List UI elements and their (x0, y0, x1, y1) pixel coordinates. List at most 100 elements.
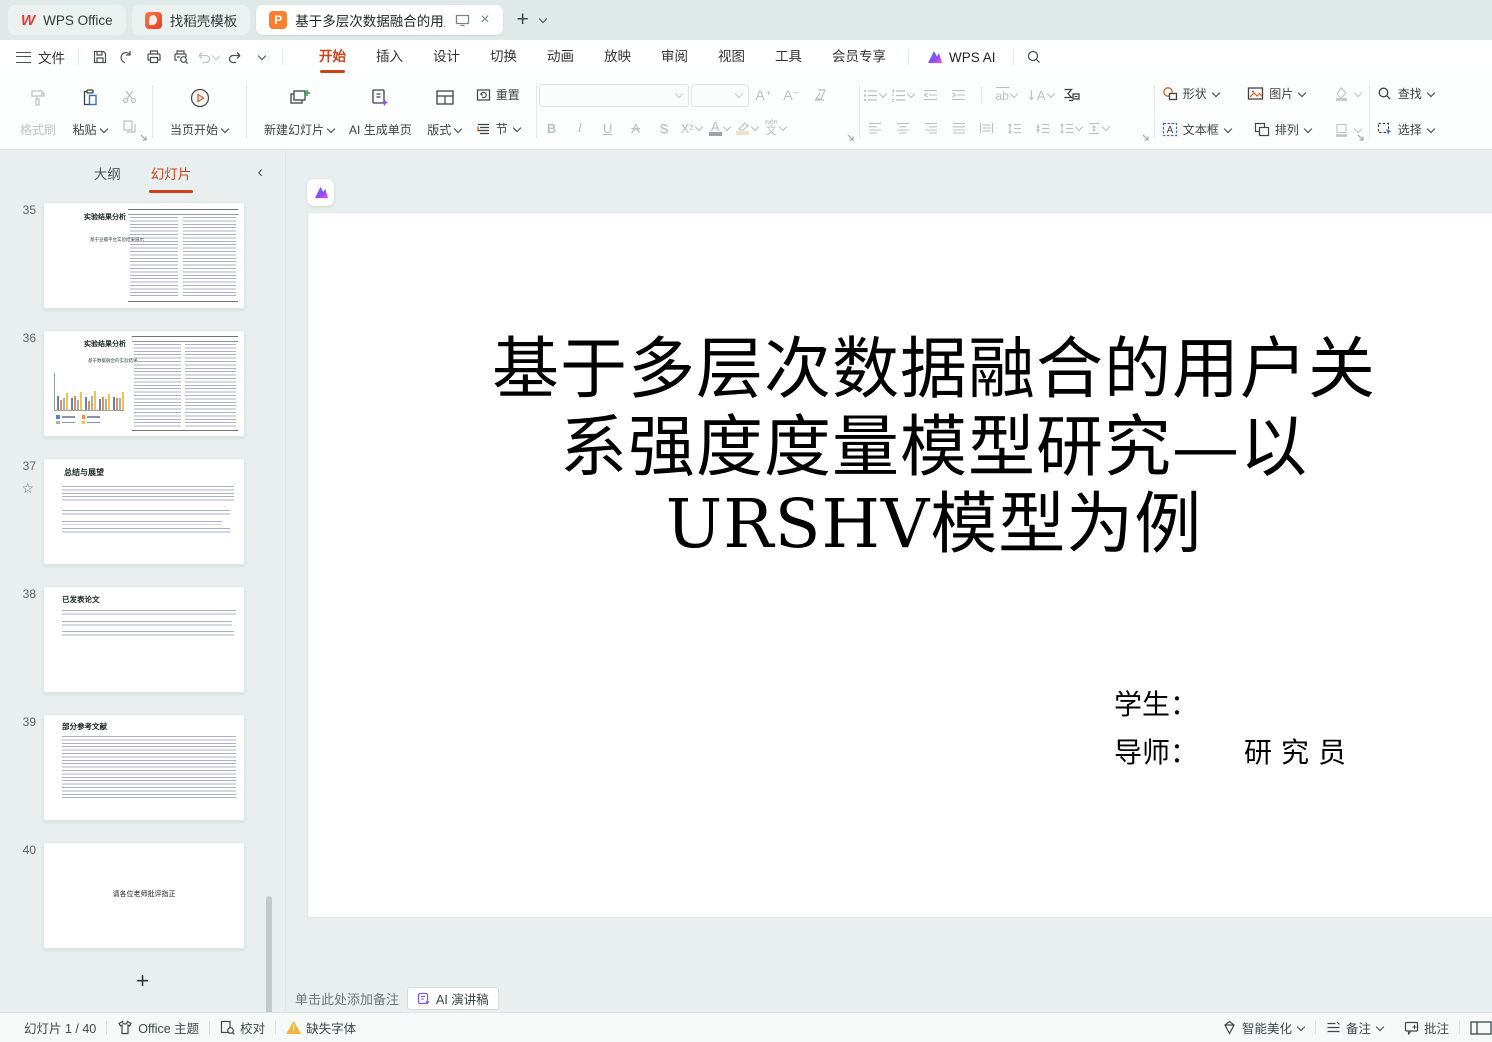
export-icon[interactable] (113, 44, 140, 70)
tab-docer-templates[interactable]: 找稻壳模板 (132, 5, 251, 35)
shapes-button[interactable]: 形状 (1157, 83, 1225, 104)
select-button[interactable]: 选择 (1372, 119, 1440, 140)
smart-beautify-button[interactable]: 智能美化 (1212, 1018, 1315, 1037)
decrease-para-spacing-icon[interactable] (1030, 116, 1056, 140)
menu-animation[interactable]: 动画 (532, 40, 589, 74)
font-name-select[interactable] (539, 84, 689, 107)
slide-thumbnail-37[interactable]: 37☆ 总结与展望 (0, 458, 285, 565)
collapse-panel-icon[interactable]: ‹ (257, 162, 263, 182)
line-spacing-button[interactable] (1058, 116, 1084, 140)
print-button[interactable] (140, 44, 167, 70)
ai-generate-page-button[interactable]: AI 生成单页 (342, 80, 419, 143)
font-color-button[interactable]: A (707, 116, 733, 140)
slide-canvas[interactable]: 基于多层次数据融合的用户关 系强度度量模型研究—以 URSHV模型为例 学生： … (307, 212, 1492, 918)
shape-fill-button[interactable] (1329, 85, 1367, 103)
clear-format-icon[interactable] (807, 83, 833, 107)
superscript-button[interactable]: X² (679, 116, 705, 140)
menu-design[interactable]: 设计 (418, 40, 475, 74)
dialog-launcher-icon[interactable] (140, 134, 148, 142)
align-left-icon[interactable] (862, 116, 888, 140)
redo-button[interactable] (221, 44, 248, 70)
distribute-text-icon[interactable] (974, 116, 1000, 140)
notes-button[interactable]: 备注 (1316, 1018, 1394, 1037)
wps-ai-button[interactable]: WPS AI (916, 49, 1006, 65)
italic-button[interactable]: I (567, 116, 593, 140)
underline-button[interactable]: U (595, 116, 621, 140)
dialog-launcher-icon[interactable] (1357, 134, 1365, 142)
arrange-button[interactable]: 排列 (1249, 119, 1317, 140)
tab-list-chevron-icon[interactable] (539, 16, 547, 24)
find-button[interactable]: 查找 (1372, 83, 1440, 104)
reset-button[interactable]: 重置 (471, 84, 526, 105)
numbered-list-button[interactable] (890, 83, 916, 107)
theme-button[interactable]: Office 主题 (107, 1018, 209, 1037)
cut-icon[interactable] (116, 85, 142, 109)
new-slide-button[interactable]: 新建幻灯片 (257, 80, 342, 143)
menu-transition[interactable]: 切换 (475, 40, 532, 74)
menu-home[interactable]: 开始 (304, 40, 361, 74)
close-tab-icon[interactable]: × (480, 11, 489, 29)
vertical-align-button[interactable] (1086, 116, 1112, 140)
paste-button[interactable]: 粘贴 (64, 80, 116, 143)
align-center-icon[interactable] (890, 116, 916, 140)
slide-thumbnail-38[interactable]: 38 已发表论文 (0, 586, 285, 693)
bold-button[interactable]: B (539, 116, 565, 140)
present-monitor-icon[interactable] (455, 14, 470, 27)
slide-thumbnail-40[interactable]: 40 请各位老师批评指正 (0, 842, 285, 949)
save-button[interactable] (86, 44, 113, 70)
tab-slides[interactable]: 幻灯片 (149, 159, 194, 187)
section-button[interactable]: 节 (471, 118, 526, 139)
text-shadow-button[interactable]: S (651, 116, 677, 140)
increase-indent-icon[interactable] (946, 83, 972, 107)
phonetic-guide-button[interactable]: wén文 (763, 116, 789, 140)
menu-member[interactable]: 会员专享 (817, 40, 901, 74)
strikethrough-button[interactable]: A (623, 116, 649, 140)
menu-view[interactable]: 视图 (703, 40, 760, 74)
bullet-list-button[interactable] (862, 83, 888, 107)
ai-speech-script-button[interactable]: AI 演讲稿 (407, 987, 499, 1010)
thumbnail-scrollbar[interactable] (266, 896, 272, 1014)
search-icon[interactable] (1021, 44, 1048, 70)
menu-insert[interactable]: 插入 (361, 40, 418, 74)
slide-thumbnail-39[interactable]: 39 部分参考文献 (0, 714, 285, 821)
decrease-indent-icon[interactable] (918, 83, 944, 107)
slide-title-textbox[interactable]: 基于多层次数据融合的用户关 系强度度量模型研究—以 URSHV模型为例 (342, 331, 1492, 564)
add-slide-button[interactable]: + (0, 968, 285, 994)
normal-view-button[interactable] (1460, 1020, 1492, 1036)
slide-thumbnail-36[interactable]: 36 实验结果分析 基于数据融合的实验结果 (0, 330, 285, 437)
wps-ai-floating-button[interactable] (307, 179, 334, 206)
increase-para-spacing-icon[interactable] (1002, 116, 1028, 140)
convert-smart-graphic-icon[interactable] (1059, 83, 1085, 107)
menu-tools[interactable]: 工具 (760, 40, 817, 74)
menu-review[interactable]: 审阅 (646, 40, 703, 74)
menu-slideshow[interactable]: 放映 (589, 40, 646, 74)
copy-icon[interactable] (116, 114, 142, 138)
format-painter-button[interactable]: 格式刷 (12, 80, 64, 143)
char-border-button[interactable]: ab (991, 83, 1023, 107)
grow-font-button[interactable]: A⁺ (751, 83, 777, 107)
proofread-button[interactable]: 校对 (210, 1018, 275, 1037)
notes-placeholder[interactable]: 单击此处添加备注 (295, 989, 399, 1008)
undo-button[interactable] (194, 44, 221, 70)
highlight-color-button[interactable] (735, 116, 761, 140)
dialog-launcher-icon[interactable] (847, 134, 855, 142)
new-tab-button[interactable]: + (509, 8, 537, 32)
print-preview-button[interactable] (167, 44, 194, 70)
layout-button[interactable]: 版式 (419, 80, 471, 143)
shrink-font-button[interactable]: A⁻ (779, 83, 805, 107)
align-right-icon[interactable] (918, 116, 944, 140)
dialog-launcher-icon[interactable] (1142, 134, 1150, 142)
textbox-button[interactable]: A文本框 (1157, 119, 1237, 140)
play-from-current-button[interactable]: 当页开始 (163, 80, 236, 143)
tab-current-presentation[interactable]: P 基于多层次数据融合的用户关 × (256, 5, 502, 35)
picture-button[interactable]: 图片 (1242, 83, 1311, 104)
slide-credits-textbox[interactable]: 学生： 导师：研究员 (1114, 681, 1355, 777)
tab-wps-home[interactable]: W WPS Office (8, 5, 126, 35)
file-menu-button[interactable]: 文件 (12, 47, 71, 67)
font-size-select[interactable] (691, 84, 749, 107)
align-justify-icon[interactable] (946, 116, 972, 140)
quick-access-chevron-icon[interactable] (248, 44, 275, 70)
comments-button[interactable]: 批注 (1394, 1018, 1459, 1037)
slide-thumbnail-35[interactable]: 35 实验结果分析 基于豆瓣平台实验结果展示 (0, 202, 285, 309)
text-direction-button[interactable]: A (1025, 83, 1057, 107)
